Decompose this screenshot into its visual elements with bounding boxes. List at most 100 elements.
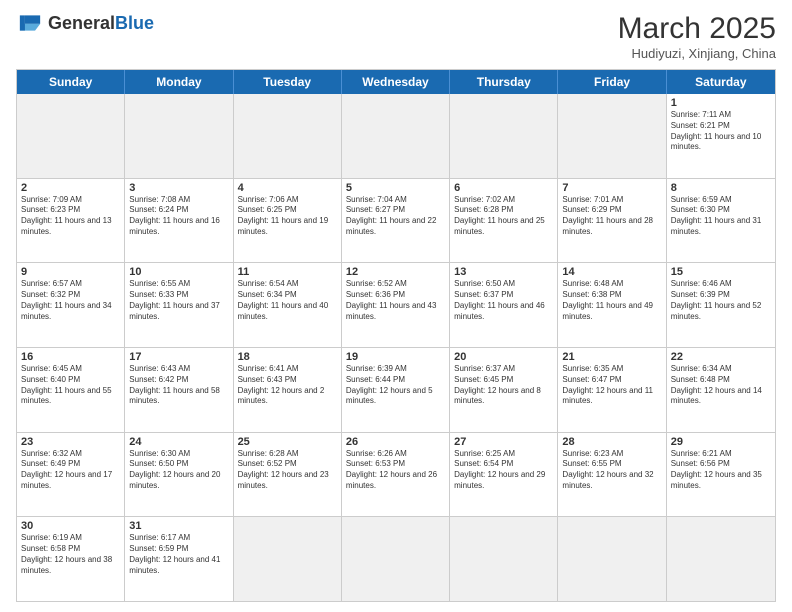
day-number: 21 (562, 351, 661, 363)
cell-sun-info: Sunrise: 7:01 AM Sunset: 6:29 PM Dayligh… (562, 195, 661, 238)
day-number: 25 (238, 436, 337, 448)
page: GeneralBlue March 2025 Hudiyuzi, Xinjian… (0, 0, 792, 612)
calendar-cell: 14Sunrise: 6:48 AM Sunset: 6:38 PM Dayli… (558, 263, 666, 347)
day-number: 29 (671, 436, 771, 448)
day-number: 28 (562, 436, 661, 448)
day-number: 9 (21, 266, 120, 278)
cell-sun-info: Sunrise: 6:39 AM Sunset: 6:44 PM Dayligh… (346, 364, 445, 407)
calendar-cell: 21Sunrise: 6:35 AM Sunset: 6:47 PM Dayli… (558, 348, 666, 432)
calendar-cell: 6Sunrise: 7:02 AM Sunset: 6:28 PM Daylig… (450, 179, 558, 263)
calendar-cell (342, 517, 450, 601)
calendar-cell: 11Sunrise: 6:54 AM Sunset: 6:34 PM Dayli… (234, 263, 342, 347)
day-number: 5 (346, 182, 445, 194)
month-title: March 2025 (618, 12, 776, 46)
calendar-row-4: 23Sunrise: 6:32 AM Sunset: 6:49 PM Dayli… (17, 433, 775, 518)
calendar-cell: 22Sunrise: 6:34 AM Sunset: 6:48 PM Dayli… (667, 348, 775, 432)
calendar-cell: 3Sunrise: 7:08 AM Sunset: 6:24 PM Daylig… (125, 179, 233, 263)
calendar-cell: 4Sunrise: 7:06 AM Sunset: 6:25 PM Daylig… (234, 179, 342, 263)
cell-sun-info: Sunrise: 6:46 AM Sunset: 6:39 PM Dayligh… (671, 279, 771, 322)
calendar-row-3: 16Sunrise: 6:45 AM Sunset: 6:40 PM Dayli… (17, 348, 775, 433)
day-number: 10 (129, 266, 228, 278)
calendar-cell (558, 517, 666, 601)
calendar-cell (450, 94, 558, 178)
title-block: March 2025 Hudiyuzi, Xinjiang, China (618, 12, 776, 61)
cell-sun-info: Sunrise: 6:50 AM Sunset: 6:37 PM Dayligh… (454, 279, 553, 322)
logo-icon (16, 12, 44, 34)
day-number: 30 (21, 520, 120, 532)
header-day-sunday: Sunday (17, 70, 125, 94)
calendar-cell: 29Sunrise: 6:21 AM Sunset: 6:56 PM Dayli… (667, 433, 775, 517)
day-number: 27 (454, 436, 553, 448)
calendar-cell (234, 517, 342, 601)
header-day-monday: Monday (125, 70, 233, 94)
calendar-row-2: 9Sunrise: 6:57 AM Sunset: 6:32 PM Daylig… (17, 263, 775, 348)
calendar-cell: 25Sunrise: 6:28 AM Sunset: 6:52 PM Dayli… (234, 433, 342, 517)
calendar-row-1: 2Sunrise: 7:09 AM Sunset: 6:23 PM Daylig… (17, 179, 775, 264)
calendar-cell: 28Sunrise: 6:23 AM Sunset: 6:55 PM Dayli… (558, 433, 666, 517)
calendar-cell: 1Sunrise: 7:11 AM Sunset: 6:21 PM Daylig… (667, 94, 775, 178)
day-number: 12 (346, 266, 445, 278)
calendar-row-5: 30Sunrise: 6:19 AM Sunset: 6:58 PM Dayli… (17, 517, 775, 601)
day-number: 18 (238, 351, 337, 363)
cell-sun-info: Sunrise: 6:30 AM Sunset: 6:50 PM Dayligh… (129, 449, 228, 492)
cell-sun-info: Sunrise: 6:43 AM Sunset: 6:42 PM Dayligh… (129, 364, 228, 407)
cell-sun-info: Sunrise: 6:28 AM Sunset: 6:52 PM Dayligh… (238, 449, 337, 492)
day-number: 2 (21, 182, 120, 194)
header-day-thursday: Thursday (450, 70, 558, 94)
calendar-cell (17, 94, 125, 178)
cell-sun-info: Sunrise: 7:06 AM Sunset: 6:25 PM Dayligh… (238, 195, 337, 238)
calendar-cell: 30Sunrise: 6:19 AM Sunset: 6:58 PM Dayli… (17, 517, 125, 601)
calendar-cell: 18Sunrise: 6:41 AM Sunset: 6:43 PM Dayli… (234, 348, 342, 432)
calendar-cell: 7Sunrise: 7:01 AM Sunset: 6:29 PM Daylig… (558, 179, 666, 263)
day-number: 26 (346, 436, 445, 448)
calendar-cell: 8Sunrise: 6:59 AM Sunset: 6:30 PM Daylig… (667, 179, 775, 263)
calendar: SundayMondayTuesdayWednesdayThursdayFrid… (16, 69, 776, 602)
calendar-cell: 15Sunrise: 6:46 AM Sunset: 6:39 PM Dayli… (667, 263, 775, 347)
day-number: 16 (21, 351, 120, 363)
cell-sun-info: Sunrise: 6:17 AM Sunset: 6:59 PM Dayligh… (129, 533, 228, 576)
logo-text: GeneralBlue (48, 13, 154, 34)
day-number: 8 (671, 182, 771, 194)
calendar-header: SundayMondayTuesdayWednesdayThursdayFrid… (17, 70, 775, 94)
header-day-wednesday: Wednesday (342, 70, 450, 94)
day-number: 23 (21, 436, 120, 448)
cell-sun-info: Sunrise: 6:45 AM Sunset: 6:40 PM Dayligh… (21, 364, 120, 407)
day-number: 17 (129, 351, 228, 363)
header-day-saturday: Saturday (667, 70, 775, 94)
calendar-cell: 23Sunrise: 6:32 AM Sunset: 6:49 PM Dayli… (17, 433, 125, 517)
cell-sun-info: Sunrise: 7:02 AM Sunset: 6:28 PM Dayligh… (454, 195, 553, 238)
header-day-friday: Friday (558, 70, 666, 94)
day-number: 15 (671, 266, 771, 278)
day-number: 31 (129, 520, 228, 532)
calendar-cell (558, 94, 666, 178)
cell-sun-info: Sunrise: 6:25 AM Sunset: 6:54 PM Dayligh… (454, 449, 553, 492)
day-number: 24 (129, 436, 228, 448)
calendar-cell: 13Sunrise: 6:50 AM Sunset: 6:37 PM Dayli… (450, 263, 558, 347)
calendar-cell (234, 94, 342, 178)
calendar-cell: 26Sunrise: 6:26 AM Sunset: 6:53 PM Dayli… (342, 433, 450, 517)
cell-sun-info: Sunrise: 6:21 AM Sunset: 6:56 PM Dayligh… (671, 449, 771, 492)
calendar-cell: 10Sunrise: 6:55 AM Sunset: 6:33 PM Dayli… (125, 263, 233, 347)
day-number: 14 (562, 266, 661, 278)
header-day-tuesday: Tuesday (234, 70, 342, 94)
day-number: 7 (562, 182, 661, 194)
day-number: 4 (238, 182, 337, 194)
day-number: 6 (454, 182, 553, 194)
cell-sun-info: Sunrise: 6:34 AM Sunset: 6:48 PM Dayligh… (671, 364, 771, 407)
calendar-cell (125, 94, 233, 178)
cell-sun-info: Sunrise: 6:41 AM Sunset: 6:43 PM Dayligh… (238, 364, 337, 407)
cell-sun-info: Sunrise: 7:08 AM Sunset: 6:24 PM Dayligh… (129, 195, 228, 238)
day-number: 13 (454, 266, 553, 278)
cell-sun-info: Sunrise: 7:09 AM Sunset: 6:23 PM Dayligh… (21, 195, 120, 238)
calendar-cell: 5Sunrise: 7:04 AM Sunset: 6:27 PM Daylig… (342, 179, 450, 263)
calendar-cell: 20Sunrise: 6:37 AM Sunset: 6:45 PM Dayli… (450, 348, 558, 432)
calendar-cell: 16Sunrise: 6:45 AM Sunset: 6:40 PM Dayli… (17, 348, 125, 432)
logo: GeneralBlue (16, 12, 154, 34)
day-number: 19 (346, 351, 445, 363)
day-number: 1 (671, 97, 771, 109)
cell-sun-info: Sunrise: 6:19 AM Sunset: 6:58 PM Dayligh… (21, 533, 120, 576)
calendar-cell (342, 94, 450, 178)
cell-sun-info: Sunrise: 6:32 AM Sunset: 6:49 PM Dayligh… (21, 449, 120, 492)
cell-sun-info: Sunrise: 6:48 AM Sunset: 6:38 PM Dayligh… (562, 279, 661, 322)
calendar-cell: 24Sunrise: 6:30 AM Sunset: 6:50 PM Dayli… (125, 433, 233, 517)
